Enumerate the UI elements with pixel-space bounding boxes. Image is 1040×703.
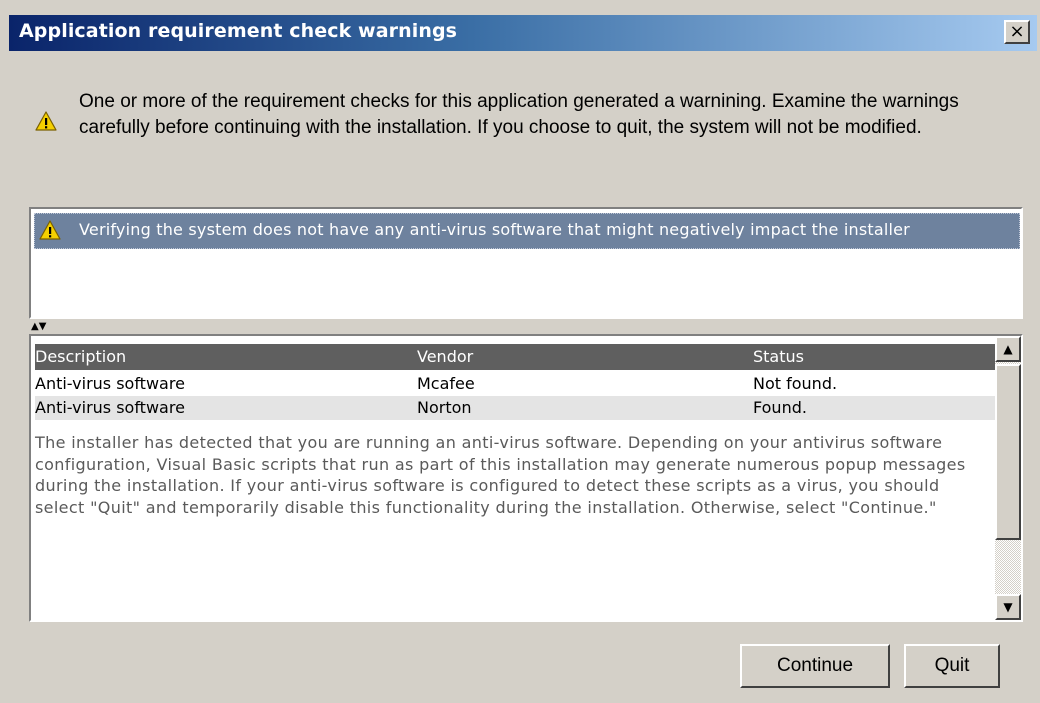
continue-button[interactable]: Continue <box>740 644 890 688</box>
close-button[interactable]: × <box>1004 20 1030 44</box>
window-title: Application requirement check warnings <box>19 20 458 42</box>
cell-vendor: Norton <box>417 398 472 417</box>
dialog-window: Application requirement check warnings ×… <box>0 0 1040 703</box>
scrollbar-thumb[interactable] <box>995 364 1021 540</box>
warning-description: The installer has detected that you are … <box>35 433 966 517</box>
cell-description: Anti-virus software <box>35 374 185 393</box>
warning-icon <box>39 220 61 240</box>
column-header-status[interactable]: Status <box>753 347 804 366</box>
column-header-description[interactable]: Description <box>35 347 126 366</box>
splitter-handle[interactable]: ▲▼ <box>31 321 71 333</box>
intro-message: One or more of the requirement checks fo… <box>79 91 959 138</box>
warning-icon <box>35 111 57 131</box>
table-row[interactable]: Anti-virus software Norton Found. <box>35 396 995 420</box>
cell-status: Found. <box>753 398 807 417</box>
warning-list-item[interactable]: Verifying the system does not have any a… <box>34 213 1020 249</box>
vertical-scrollbar[interactable]: ▲ ▼ <box>995 336 1021 620</box>
title-bar[interactable]: Application requirement check warnings × <box>9 15 1037 51</box>
column-header-vendor[interactable]: Vendor <box>417 347 473 366</box>
table-header: Description Vendor Status <box>35 344 995 370</box>
scroll-up-button[interactable]: ▲ <box>995 336 1021 362</box>
scroll-down-button[interactable]: ▼ <box>995 594 1021 620</box>
warnings-list[interactable]: Verifying the system does not have any a… <box>29 207 1023 319</box>
cell-status: Not found. <box>753 374 838 393</box>
cell-description: Anti-virus software <box>35 398 185 417</box>
quit-button[interactable]: Quit <box>904 644 1000 688</box>
cell-vendor: Mcafee <box>417 374 475 393</box>
warning-list-item-label: Verifying the system does not have any a… <box>79 220 910 239</box>
details-panel: Description Vendor Status Anti-virus sof… <box>29 334 1023 622</box>
table-row[interactable]: Anti-virus software Mcafee Not found. <box>35 372 995 396</box>
